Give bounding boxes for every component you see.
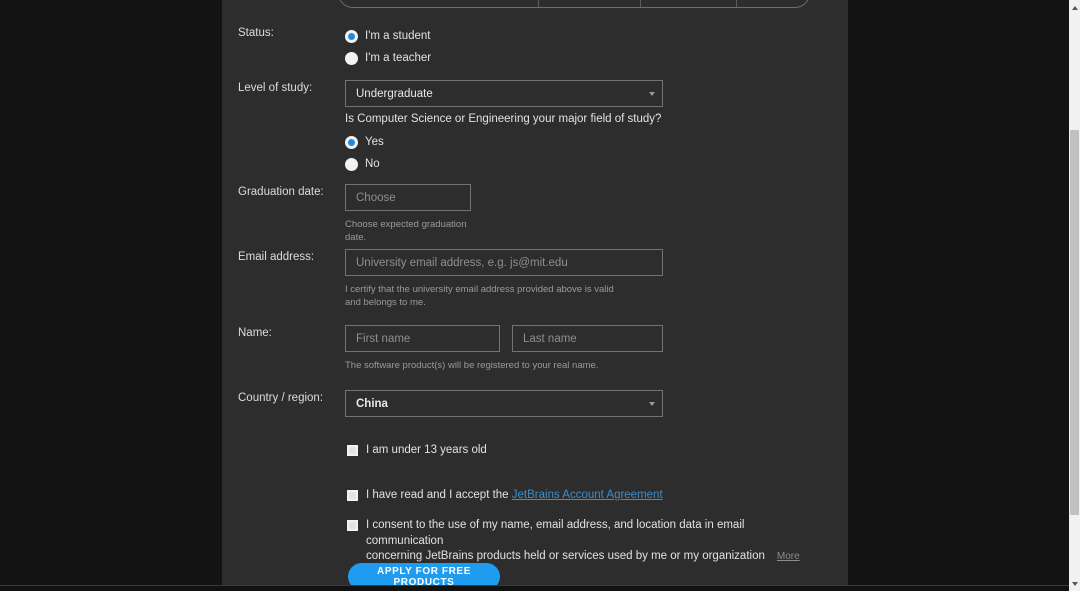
country-region-value: China bbox=[356, 398, 388, 410]
checkbox-under13-icon[interactable] bbox=[347, 445, 358, 456]
right-chrome-gutter bbox=[848, 0, 1069, 591]
status-radio-group[interactable]: I'm a student I'm a teacher bbox=[345, 26, 431, 70]
checkbox-agreement[interactable]: I have read and I accept the JetBrains A… bbox=[347, 488, 663, 504]
tab-educational-courses[interactable]: Educational Courses bbox=[641, 0, 737, 7]
scroll-up-arrow-icon[interactable] bbox=[1069, 2, 1080, 13]
marketing-more-link[interactable]: More bbox=[777, 551, 800, 562]
left-chrome-gutter bbox=[0, 0, 222, 591]
level-of-study-value: Undergraduate bbox=[356, 88, 433, 100]
checkbox-under13[interactable]: I am under 13 years old bbox=[347, 443, 487, 459]
radio-option-teacher[interactable]: I'm a teacher bbox=[345, 48, 431, 69]
chevron-down-icon bbox=[1072, 582, 1078, 586]
tab-other[interactable]: Other bbox=[737, 0, 809, 7]
checkbox-marketing-icon[interactable] bbox=[347, 520, 358, 531]
scrollbar-thumb[interactable] bbox=[1070, 130, 1079, 515]
radio-no-icon[interactable] bbox=[345, 158, 358, 171]
last-name-input[interactable]: Last name bbox=[512, 325, 663, 352]
radio-option-yes[interactable]: Yes bbox=[345, 132, 661, 153]
country-region-select-box[interactable]: China bbox=[345, 390, 663, 417]
marketing-checkbox-row[interactable]: I consent to the use of my name, email a… bbox=[347, 518, 817, 565]
marketing-text-line1: I consent to the use of my name, email a… bbox=[366, 519, 744, 547]
first-name-input[interactable]: First name bbox=[345, 325, 500, 352]
name-field: First name Last name The software produc… bbox=[345, 325, 663, 373]
checkbox-agreement-label: I have read and I accept the JetBrains A… bbox=[366, 488, 663, 504]
email-address-label: Email address: bbox=[238, 250, 346, 265]
level-of-study-label: Level of study: bbox=[238, 81, 346, 96]
name-helper: The software product(s) will be register… bbox=[345, 360, 663, 373]
agreement-prefix-text: I have read and I accept the bbox=[366, 489, 512, 501]
jetbrains-account-agreement-link[interactable]: JetBrains Account Agreement bbox=[512, 489, 663, 501]
graduation-date-helper: Choose expected graduation date. bbox=[345, 219, 471, 244]
radio-teacher-icon[interactable] bbox=[345, 52, 358, 65]
country-region-label: Country / region: bbox=[238, 391, 346, 406]
checkbox-under13-label: I am under 13 years old bbox=[366, 443, 487, 459]
checkbox-agreement-icon[interactable] bbox=[347, 490, 358, 501]
radio-teacher-label: I'm a teacher bbox=[365, 52, 431, 65]
application-type-tabs[interactable]: Individual Educational Use Classroom Ass… bbox=[338, 0, 810, 8]
major-radio-group[interactable]: Yes No bbox=[345, 132, 661, 175]
radio-yes-icon[interactable] bbox=[345, 136, 358, 149]
marketing-text-line2: concerning JetBrains products held or se… bbox=[366, 550, 765, 562]
radio-no-label: No bbox=[365, 158, 380, 171]
vertical-scrollbar[interactable] bbox=[1069, 0, 1080, 591]
first-name-placeholder: First name bbox=[356, 333, 410, 345]
email-address-helper-line1: I certify that the university email addr… bbox=[345, 284, 663, 297]
radio-option-student[interactable]: I'm a student bbox=[345, 26, 431, 47]
graduation-date-label: Graduation date: bbox=[238, 185, 346, 200]
radio-student-icon[interactable] bbox=[345, 30, 358, 43]
email-address-helper-line2: and belongs to me. bbox=[345, 297, 663, 310]
graduation-date-placeholder: Choose bbox=[356, 192, 396, 204]
last-name-placeholder: Last name bbox=[523, 333, 577, 345]
under13-checkbox-row[interactable]: I am under 13 years old bbox=[347, 443, 487, 459]
name-inputs: First name Last name bbox=[345, 325, 663, 352]
level-of-study-select[interactable]: Undergraduate bbox=[345, 80, 663, 107]
email-address-input[interactable]: University email address, e.g. js@mit.ed… bbox=[345, 249, 663, 276]
major-question-block: Is Computer Science or Engineering your … bbox=[345, 112, 661, 176]
chevron-down-icon[interactable] bbox=[649, 402, 655, 406]
level-of-study-select-box[interactable]: Undergraduate bbox=[345, 80, 663, 107]
chevron-down-icon[interactable] bbox=[649, 92, 655, 96]
major-question-text: Is Computer Science or Engineering your … bbox=[345, 112, 661, 127]
checkbox-marketing-label: I consent to the use of my name, email a… bbox=[366, 518, 817, 565]
bottom-chrome-strip bbox=[0, 586, 1069, 591]
email-address-placeholder: University email address, e.g. js@mit.ed… bbox=[356, 257, 568, 269]
status-label: Status: bbox=[238, 26, 346, 41]
checkbox-marketing[interactable]: I consent to the use of my name, email a… bbox=[347, 518, 817, 565]
radio-option-no[interactable]: No bbox=[345, 154, 661, 175]
radio-student-label: I'm a student bbox=[365, 30, 430, 43]
country-region-select[interactable]: China bbox=[345, 390, 663, 417]
graduation-date-field[interactable]: Choose Choose expected graduation date. bbox=[345, 184, 471, 244]
email-address-field[interactable]: University email address, e.g. js@mit.ed… bbox=[345, 249, 663, 309]
page-root: Individual Educational Use Classroom Ass… bbox=[0, 0, 1080, 591]
name-label: Name: bbox=[238, 326, 346, 341]
tab-individual-educational-use[interactable]: Individual Educational Use bbox=[339, 0, 539, 7]
tab-classroom-assistance[interactable]: Classroom Assistance bbox=[539, 0, 641, 7]
agreement-checkbox-row[interactable]: I have read and I accept the JetBrains A… bbox=[347, 488, 663, 504]
scroll-down-arrow-icon[interactable] bbox=[1069, 578, 1080, 589]
radio-yes-label: Yes bbox=[365, 136, 384, 149]
form-content-area: Individual Educational Use Classroom Ass… bbox=[222, 0, 848, 585]
graduation-date-input[interactable]: Choose bbox=[345, 184, 471, 211]
chevron-up-icon bbox=[1072, 6, 1078, 10]
